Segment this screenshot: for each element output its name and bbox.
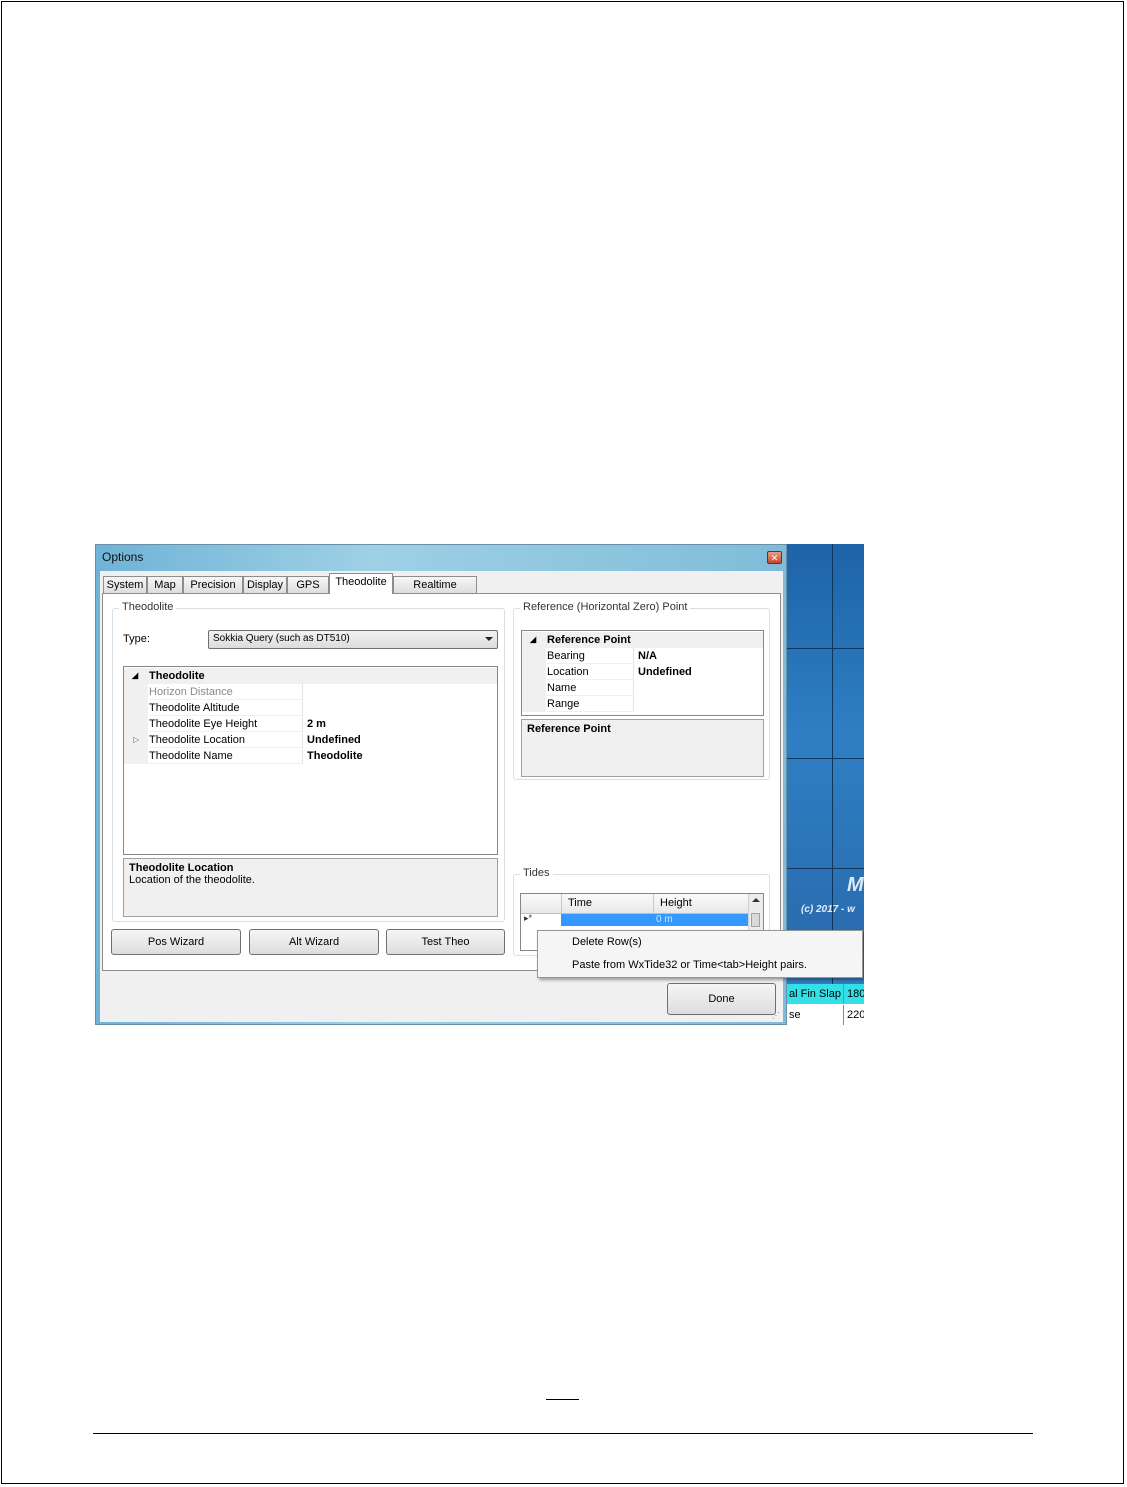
property-value: Undefined [638,666,692,678]
property-row[interactable]: Name [522,680,763,696]
category-label: Reference Point [547,634,631,646]
table-cell: se [783,1005,843,1025]
background-data-table: al Fin Slap 180 se 220 [783,984,864,1025]
expand-triangle-icon[interactable]: ▷ [133,732,139,748]
table-row[interactable]: al Fin Slap 180 [783,984,864,1004]
category-label: Theodolite [149,670,205,682]
property-row[interactable]: Location Undefined [522,664,763,680]
property-category[interactable]: ◢ Reference Point [522,632,763,648]
page-number-underline [546,1399,579,1400]
collapse-triangle-icon[interactable]: ◢ [530,632,536,648]
tides-grid-header: Time Height [521,894,763,914]
tab-system[interactable]: System [103,576,147,593]
table-cell: al Fin Slap [789,988,841,1000]
property-value: Theodolite [307,750,363,762]
tab-map[interactable]: Map [147,576,183,593]
property-row[interactable]: Horizon Distance [124,684,497,700]
tab-panel-theodolite: Theodolite Type: Sokkia Query (such as D… [102,593,781,971]
property-name: Theodolite Name [149,748,303,764]
alt-wizard-button[interactable]: Alt Wizard [249,929,379,955]
pos-wizard-button[interactable]: Pos Wizard [111,929,241,955]
column-header-time[interactable]: Time [561,894,653,913]
table-cell: 180 [843,984,864,1004]
tab-gps[interactable]: GPS [287,576,329,593]
property-row[interactable]: ▷ Theodolite Location Undefined [124,732,497,748]
map-grid-line [783,758,864,759]
group-label: Theodolite [119,601,177,613]
property-row[interactable]: Theodolite Name Theodolite [124,748,497,764]
property-name: Theodolite Altitude [149,700,303,716]
theodolite-description-pane: Theodolite Location Location of the theo… [123,858,498,917]
property-row[interactable]: Theodolite Altitude [124,700,497,716]
theodolite-group: Theodolite Type: Sokkia Query (such as D… [112,601,505,922]
table-row[interactable]: se 220 [783,1005,864,1025]
test-theo-button[interactable]: Test Theo [386,929,505,955]
menu-item-paste-pairs[interactable]: Paste from WxTide32 or Time<tab>Height p… [572,959,807,971]
property-name: Range [547,696,634,712]
group-label: Tides [520,867,553,879]
property-row[interactable]: Theodolite Eye Height 2 m [124,716,497,732]
description-title: Theodolite Location [129,862,234,874]
collapse-triangle-icon[interactable]: ◢ [132,668,138,684]
tab-display[interactable]: Display [243,576,287,593]
property-name: Location [547,664,634,680]
reference-property-grid[interactable]: ◢ Reference Point Bearing N/A Location U… [521,630,764,716]
tab-theodolite[interactable]: Theodolite [329,573,393,594]
menu-item-delete-rows[interactable]: Delete Row(s) [572,936,642,948]
chevron-down-icon [485,637,493,641]
tides-context-menu: Delete Row(s) Paste from WxTide32 or Tim… [537,930,863,978]
type-dropdown[interactable]: Sokkia Query (such as DT510) [208,630,498,649]
done-button[interactable]: Done [667,983,776,1015]
description-text: Location of the theodolite. [129,874,255,886]
table-cell: 220 [843,1005,864,1025]
property-value: N/A [638,650,657,662]
property-name: Theodolite Location [149,732,303,748]
scroll-up-icon[interactable] [752,898,760,902]
property-row[interactable]: Bearing N/A [522,648,763,664]
property-name: Theodolite Eye Height [149,716,303,732]
footer-rule [93,1433,1033,1434]
property-category[interactable]: ◢ Theodolite [124,668,497,684]
type-label: Type: [123,633,150,645]
property-value: 2 m [307,718,326,730]
reference-description-pane: Reference Point [521,719,764,777]
close-icon[interactable]: ✕ [767,551,782,564]
table-row[interactable]: ▸* 0 m [521,913,749,927]
property-name: Name [547,680,634,696]
app-logo-fragment: M [847,874,864,896]
tab-precision[interactable]: Precision [183,576,243,593]
property-name: Horizon Distance [149,684,303,700]
map-grid-line [832,544,833,984]
reference-point-group: Reference (Horizontal Zero) Point ◢ Refe… [513,601,770,780]
map-grid-line [783,648,864,649]
property-name: Bearing [547,648,634,664]
scroll-thumb[interactable] [751,913,760,927]
dialog-title: Options [102,550,144,564]
new-row-indicator-icon: ▸* [524,913,533,923]
column-header-height[interactable]: Height [653,894,749,913]
app-copyright-fragment: (c) 2017 - w [801,904,855,915]
property-row[interactable]: Range [522,696,763,712]
selected-cell[interactable]: 0 m [561,914,749,926]
map-grid-line [783,868,864,869]
tab-realtime-imports[interactable]: Realtime Imports [393,576,477,607]
description-title: Reference Point [527,723,611,735]
property-value: Undefined [307,734,361,746]
screenshot-figure: M (c) 2017 - w al Fin Slap 180 se 220 Op… [95,544,864,1025]
type-dropdown-value: Sokkia Query (such as DT510) [213,633,350,644]
resize-grip-icon[interactable]: ⋰ [772,1011,780,1020]
group-label: Reference (Horizontal Zero) Point [520,601,691,613]
theodolite-property-grid[interactable]: ◢ Theodolite Horizon Distance Theodolite… [123,666,498,855]
